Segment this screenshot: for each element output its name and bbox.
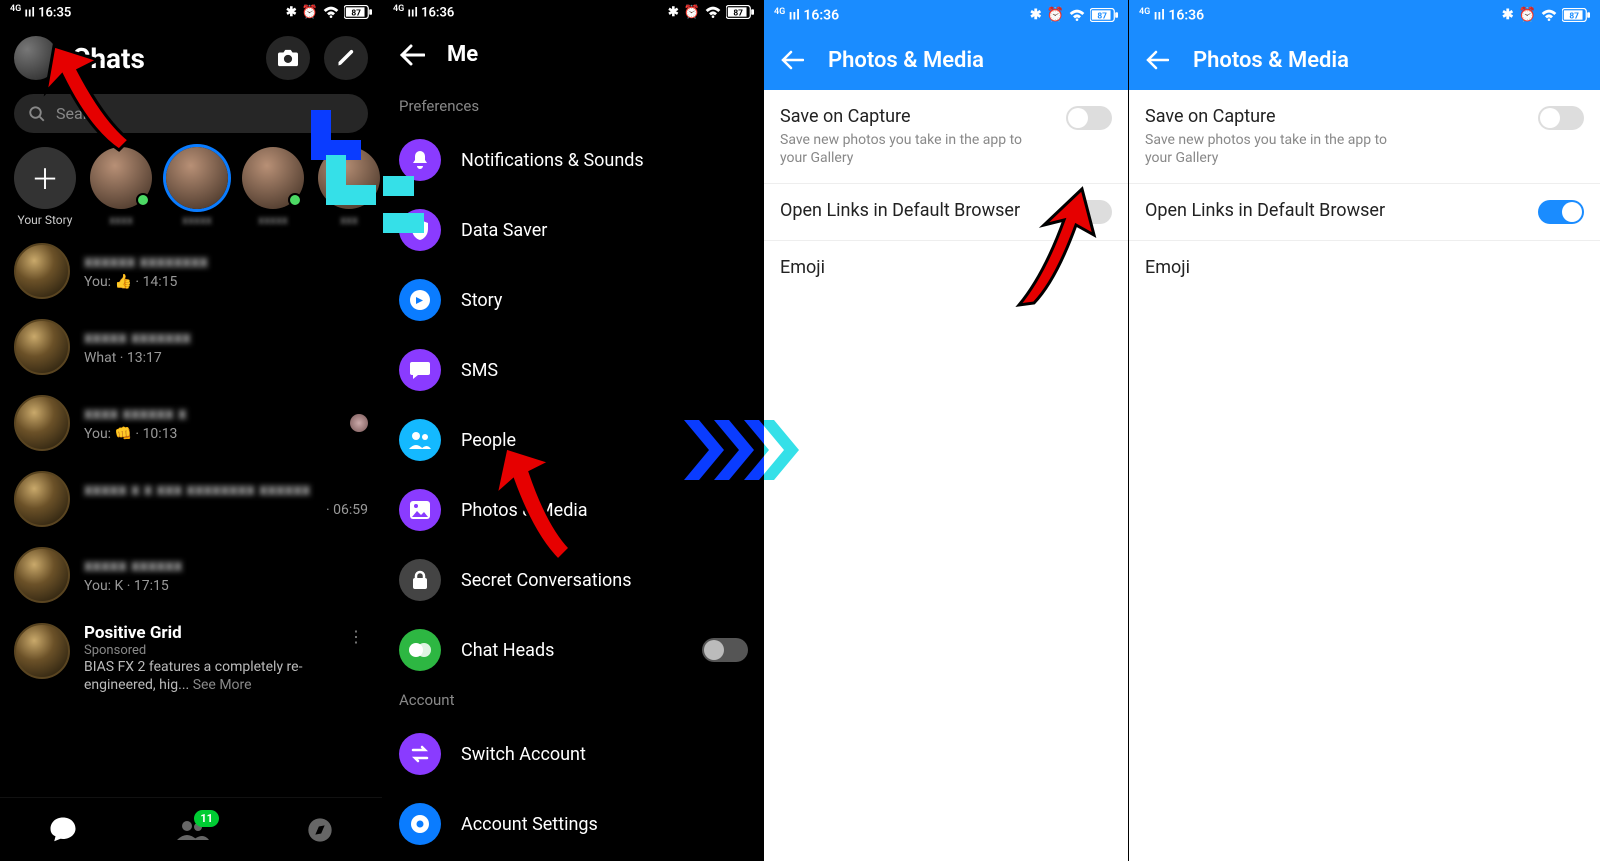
wifi-icon [1069,9,1085,21]
story-row[interactable]: ＋ Your Story xxxx xxxxx xxxxx xxx [0,141,382,233]
svg-text:87: 87 [1569,12,1579,22]
page-title: Me [447,42,478,67]
battery-icon: 87 [1090,8,1118,22]
more-menu-icon[interactable]: ⋮ [344,623,368,650]
bell-icon [399,139,441,181]
open-links-toggle[interactable] [1066,200,1112,224]
bluetooth-icon: ✱ [668,5,679,20]
chat-row[interactable]: xxxxx xxxxxxxWhat · 13:17 [0,309,382,385]
story-icon [399,279,441,321]
discover-tab-icon[interactable] [306,816,334,844]
pref-sms[interactable]: SMS [383,335,764,405]
bluetooth-icon: ✱ [1030,7,1042,23]
page-title: Photos & Media [828,48,984,73]
back-button[interactable] [780,50,804,70]
alarm-icon: ⏰ [1519,7,1536,23]
sms-icon [399,349,441,391]
your-story-add[interactable]: ＋ [14,147,76,209]
svg-text:87: 87 [351,9,361,19]
chat-heads-icon [399,629,441,671]
bottom-nav: 11 [0,797,382,861]
back-button[interactable] [399,44,425,66]
status-bar: 4G ııl 16:35 ✱ ⏰ 87 [0,0,382,24]
camera-button[interactable] [266,36,310,80]
page-title: Photos & Media [1193,48,1349,73]
row-open-links[interactable]: Open Links in Default Browser [1129,184,1600,241]
status-bar: 4G ııl 16:36 ✱ ⏰ 87 [1129,0,1600,30]
save-toggle[interactable] [1538,106,1584,130]
pref-photos-media[interactable]: Photos & Media [383,475,764,545]
shield-icon [399,209,441,251]
alarm-icon: ⏰ [684,5,700,20]
row-save-on-capture[interactable]: Save on Capture Save new photos you take… [764,90,1128,184]
story-avatar[interactable] [318,147,380,209]
back-button[interactable] [1145,50,1169,70]
search-placeholder: Search [56,104,105,123]
row-emoji[interactable]: Emoji [1129,241,1600,294]
svg-text:87: 87 [1097,12,1107,22]
alarm-icon: ⏰ [1047,7,1064,23]
pref-people[interactable]: People [383,405,764,475]
pref-story[interactable]: Story [383,265,764,335]
switch-icon [399,733,441,775]
battery-icon: 87 [344,5,372,19]
bluetooth-icon: ✱ [1502,7,1514,23]
pref-notifications[interactable]: Notifications & Sounds [383,125,764,195]
photo-icon [399,489,441,531]
search-input[interactable]: Search [14,94,368,133]
status-bar: 4G ııl 16:36 ✱ ⏰ 87 [383,0,764,24]
section-account: Account [383,685,764,719]
wifi-icon [705,6,721,18]
chat-row[interactable]: xxxxx x x xxx xxxxxxxx xxxxxx · 06:59 [0,461,382,537]
row-emoji[interactable]: Emoji [764,241,1128,294]
save-toggle[interactable] [1066,106,1112,130]
alarm-icon: ⏰ [302,5,318,20]
chat-heads-toggle[interactable] [702,638,748,662]
battery-icon: 87 [726,5,754,19]
story-avatar[interactable] [90,147,152,209]
chat-row[interactable]: xxxxx xxxxxxYou: K · 17:15 [0,537,382,613]
pref-data-saver[interactable]: Data Saver [383,195,764,265]
read-avatar [350,414,368,432]
row-save-on-capture[interactable]: Save on Capture Save new photos you take… [1129,90,1600,184]
story-avatar[interactable] [242,147,304,209]
compose-button[interactable] [324,36,368,80]
your-story-label: Your Story [14,213,76,227]
search-icon [28,105,46,123]
profile-avatar[interactable] [14,36,58,80]
svg-text:87: 87 [733,9,743,19]
pref-secret[interactable]: Secret Conversations [383,545,764,615]
people-icon [399,419,441,461]
sponsored-row[interactable]: Positive Grid Sponsored BIAS FX 2 featur… [0,613,382,704]
people-tab-icon[interactable]: 11 [175,816,209,844]
section-preferences: Preferences [383,91,764,125]
lock-icon [399,559,441,601]
people-badge: 11 [194,810,219,827]
battery-icon: 87 [1562,8,1590,22]
pref-switch-account[interactable]: Switch Account [383,719,764,789]
bluetooth-icon: ✱ [286,5,297,20]
chats-tab-icon[interactable] [48,815,78,845]
chat-row[interactable]: xxxx xxxxxx xYou: 👊 · 10:13 [0,385,382,461]
gear-icon [399,803,441,845]
wifi-icon [1541,9,1557,21]
wifi-icon [323,6,339,18]
open-links-toggle[interactable] [1538,200,1584,224]
page-title: Chats [72,42,252,75]
pref-account-settings[interactable]: Account Settings [383,789,764,859]
story-avatar[interactable] [166,147,228,209]
chat-row[interactable]: xxxxxx xxxxxxxxYou: 👍 · 14:15 [0,233,382,309]
pref-chat-heads[interactable]: Chat Heads [383,615,764,685]
row-open-links[interactable]: Open Links in Default Browser [764,184,1128,241]
status-bar: 4G ııl 16:36 ✱ ⏰ 87 [764,0,1128,30]
